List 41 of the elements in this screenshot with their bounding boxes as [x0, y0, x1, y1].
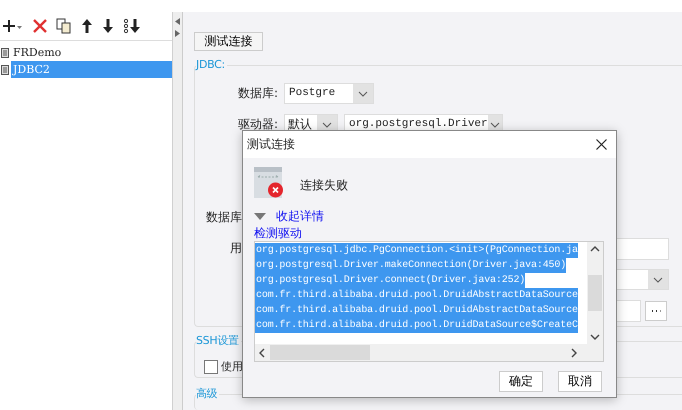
- section-heading: 检测驱动: [254, 226, 302, 241]
- field-label: 数据库:: [238, 85, 278, 102]
- close-icon[interactable]: [596, 139, 607, 150]
- scrollbar-thumb[interactable]: [270, 345, 370, 360]
- scroll-left-icon[interactable]: [259, 348, 265, 358]
- connection-item[interactable]: FRDemo: [0, 44, 172, 61]
- down-arrow-icon[interactable]: [102, 18, 114, 34]
- dialog-title: 测试连接: [247, 136, 295, 153]
- delete-icon[interactable]: [33, 19, 47, 33]
- database-dropdown[interactable]: Postgre: [284, 83, 374, 104]
- scroll-right-icon[interactable]: [571, 348, 577, 358]
- scroll-up-icon[interactable]: [590, 246, 600, 252]
- field-label: 驱动器:: [238, 116, 278, 133]
- checkbox[interactable]: [204, 360, 218, 374]
- group-legend: SSH设置: [196, 334, 241, 348]
- collapse-left-icon[interactable]: [175, 18, 180, 25]
- connection-error-icon: [254, 167, 284, 199]
- add-icon[interactable]: [2, 18, 24, 34]
- dialog-button[interactable]: 取消: [558, 371, 602, 392]
- checkbox-label: 使用: [221, 359, 243, 374]
- caret-icon: [254, 213, 266, 220]
- status-message: 连接失败: [300, 176, 348, 194]
- test-connection-button[interactable]: 测试连接: [194, 32, 263, 51]
- group-legend: JDBC:: [196, 58, 227, 72]
- caret-icon: [322, 122, 332, 128]
- dialog-button[interactable]: 确定: [499, 371, 543, 392]
- expand-right-icon[interactable]: [175, 30, 180, 37]
- scroll-down-icon[interactable]: [590, 334, 600, 340]
- copy-icon[interactable]: [56, 18, 72, 34]
- details-toggle[interactable]: 收起详情: [254, 208, 324, 225]
- move-to-bottom-icon[interactable]: [123, 18, 141, 34]
- database-icon: [1, 48, 9, 58]
- caret-icon: [653, 276, 663, 282]
- field-label: 用: [230, 240, 242, 257]
- up-arrow-icon[interactable]: [81, 18, 93, 34]
- group-legend: 高级: [196, 386, 220, 401]
- scrollbar-thumb[interactable]: [588, 275, 602, 311]
- caret-icon: [490, 122, 500, 128]
- database-icon: [1, 64, 9, 74]
- caret-icon: [358, 90, 368, 96]
- field-label: 数据库: [206, 209, 242, 226]
